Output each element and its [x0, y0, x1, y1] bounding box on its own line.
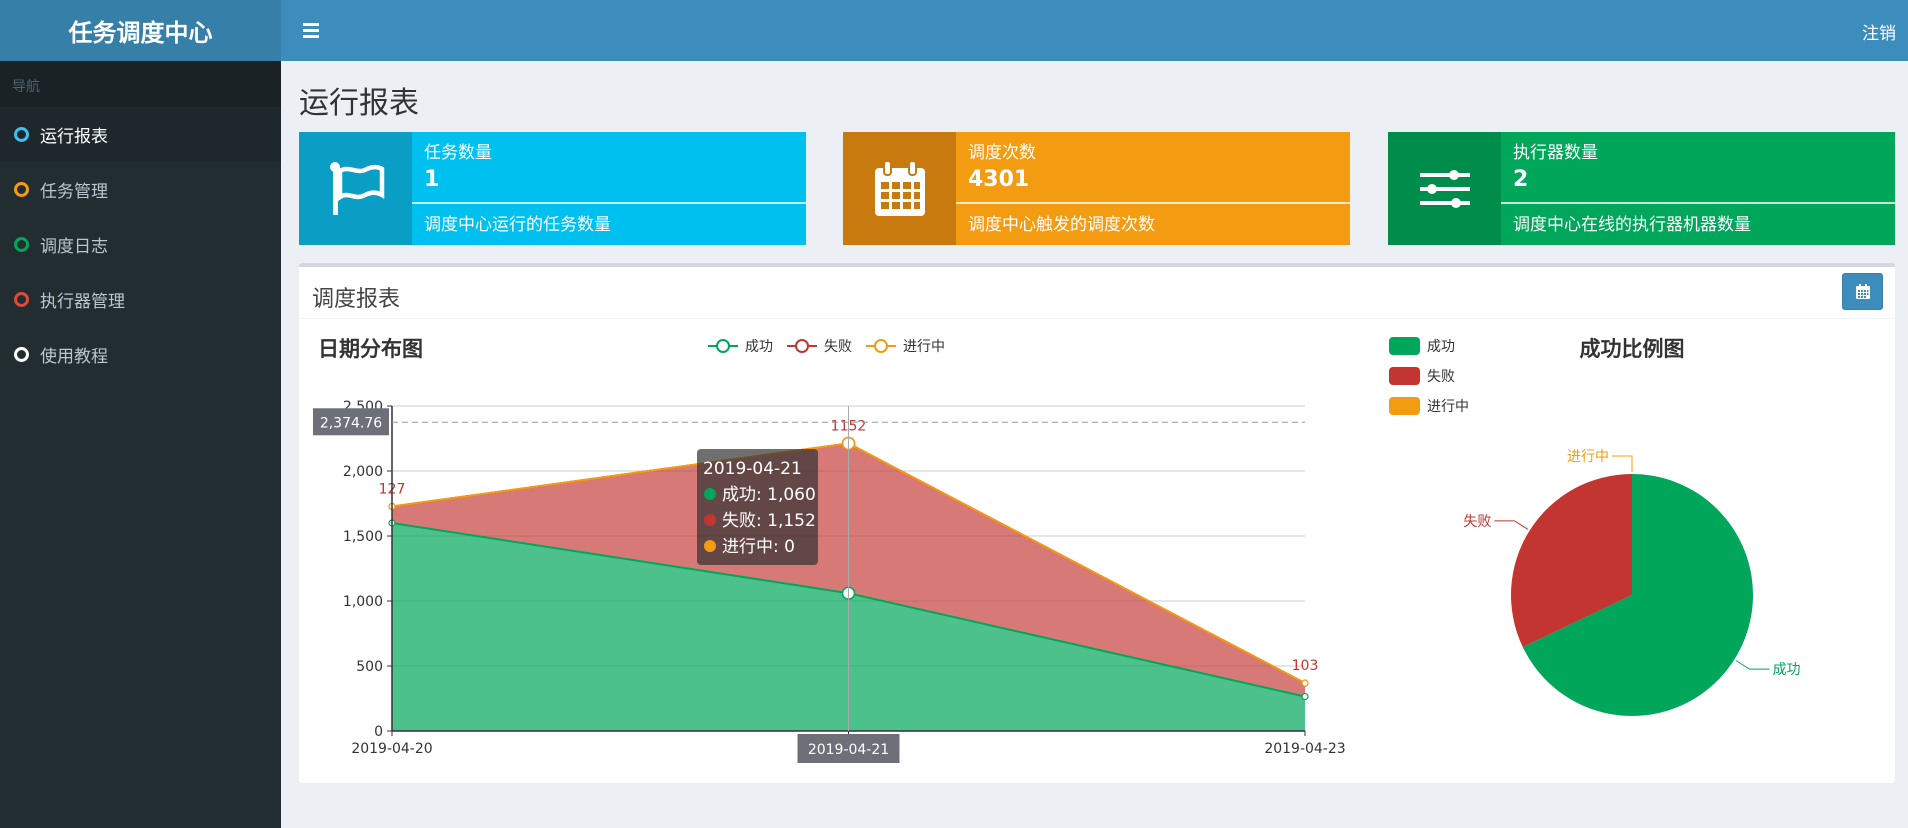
pie-label-line	[1735, 660, 1770, 670]
legend-item: 成功	[708, 339, 773, 355]
pie-legend-swatch	[1389, 367, 1420, 385]
y-tick-label: 1,500	[343, 529, 383, 545]
tooltip-marker	[704, 514, 716, 526]
pie-legend-item: 失败	[1389, 367, 1455, 385]
y-tick-label: 2,000	[343, 464, 383, 480]
tooltip-line: 失败: 1,152	[722, 511, 816, 531]
pie-label: 成功	[1773, 662, 1801, 678]
pie-legend-label: 进行中	[1427, 399, 1469, 415]
legend-label: 成功	[745, 339, 773, 355]
crosshair-x-label: 2019-04-21	[808, 742, 889, 758]
charts-canvas: 日期分布图 成功 失败 进行中05001,0001,5002,0002,5001271…	[313, 337, 1801, 763]
data-point	[1301, 679, 1309, 687]
area-chart-title: 日期分布图	[318, 337, 423, 361]
tooltip-title: 2019-04-21	[703, 459, 802, 479]
x-tick-label: 2019-04-23	[1264, 741, 1345, 757]
pie-label: 失败	[1463, 514, 1491, 530]
legend-label: 失败	[824, 339, 852, 355]
tooltip-marker	[704, 488, 716, 500]
crosshair-y-label: 2,374.76	[320, 415, 382, 431]
tooltip-line: 成功: 1,060	[722, 485, 816, 505]
legend-item: 进行中	[866, 339, 945, 355]
pie-legend-swatch	[1389, 397, 1420, 415]
pie-legend-label: 失败	[1427, 369, 1455, 385]
legend-item: 失败	[787, 339, 852, 355]
x-tick-label: 2019-04-20	[351, 741, 432, 757]
y-tick-label: 500	[356, 659, 383, 675]
legend-swatch-marker	[795, 339, 809, 353]
pie-legend-label: 成功	[1427, 339, 1455, 355]
pie-chart-title: 成功比例图	[1580, 337, 1685, 361]
y-tick-label: 1,000	[343, 594, 383, 610]
tooltip-marker	[704, 540, 716, 552]
pie-label-line	[1494, 520, 1529, 530]
chart-tooltip: 2019-04-21 成功: 1,060 失败: 1,152 进行中: 0	[697, 449, 818, 565]
pie-legend-item: 成功	[1389, 337, 1455, 355]
data-label: 103	[1292, 658, 1319, 674]
legend-label: 进行中	[903, 339, 945, 355]
pie-label: 进行中	[1567, 449, 1609, 465]
legend-swatch-marker	[874, 339, 888, 353]
legend-swatch-marker	[716, 339, 730, 353]
pie-label-line	[1612, 455, 1633, 472]
pie-legend-item: 进行中	[1389, 397, 1469, 415]
y-tick-label: 0	[374, 724, 383, 740]
data-point	[1301, 692, 1309, 701]
tooltip-line: 进行中: 0	[722, 537, 795, 557]
pie-legend-swatch	[1389, 337, 1420, 355]
